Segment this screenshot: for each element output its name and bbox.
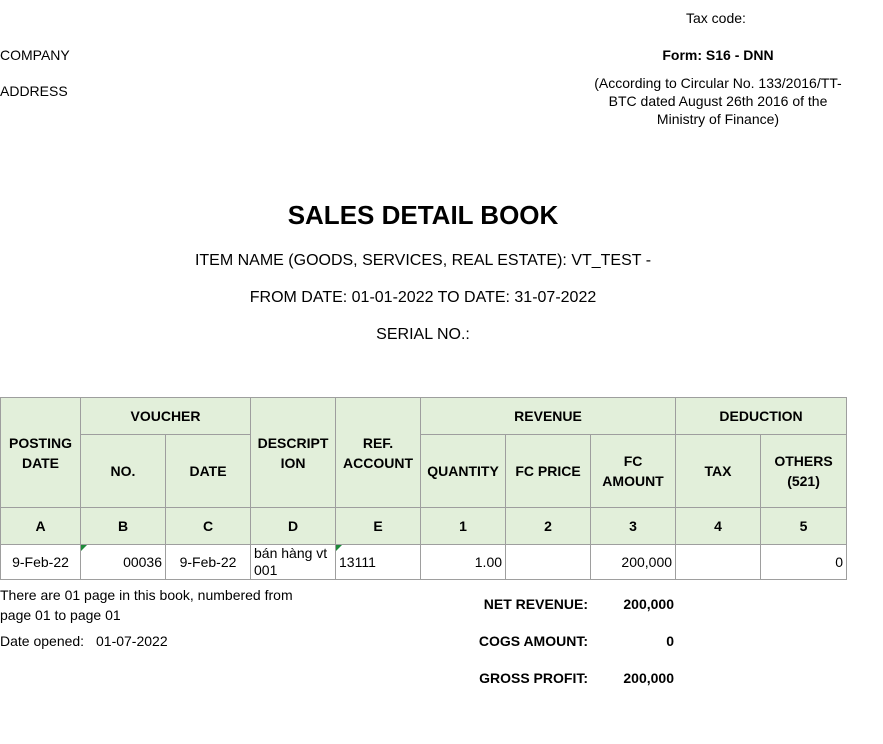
date-opened-label: Date opened: (0, 633, 85, 649)
cell-tax (675, 544, 762, 580)
header-others: OTHERS (521) (760, 434, 848, 508)
tax-code-label: Tax code: (686, 10, 746, 26)
header-tax: TAX (675, 434, 762, 508)
gross-profit-label: GROSS PROFIT: (479, 670, 588, 686)
header-ref-account: REF. ACCOUNT (335, 397, 422, 508)
column-code: B (80, 507, 166, 545)
header-revenue: REVENUE (420, 397, 677, 435)
cell-quantity: 1.00 (420, 544, 507, 580)
address-label: ADDRESS (0, 83, 68, 99)
column-code: D (250, 507, 337, 545)
column-code: A (0, 507, 81, 545)
header-fc-amount: FC AMOUNT (590, 434, 677, 508)
cell-others: 0 (760, 544, 848, 580)
cogs-amount-label: COGS AMOUNT: (478, 633, 588, 649)
net-revenue-value: 200,000 (623, 596, 674, 612)
header-voucher-date: DATE (164, 434, 252, 508)
header-voucher: VOUCHER (79, 397, 252, 435)
form-code: Form: S16 - DNN (662, 47, 774, 63)
pages-note: There are 01 page in this book, numbered… (0, 587, 293, 623)
date-opened-value: 01-07-2022 (96, 633, 168, 649)
gross-profit-value: 200,000 (623, 670, 674, 686)
cell-posting-date: 9-Feb-22 (0, 544, 81, 580)
sales-detail-table: POSTING DATE VOUCHER DESCRIPT ION REF. A… (0, 397, 848, 580)
column-code: 3 (590, 507, 677, 545)
net-revenue-label: NET REVENUE: (483, 596, 588, 612)
serial-number: SERIAL NO.: (376, 326, 470, 343)
header-deduction: DEDUCTION (675, 397, 848, 435)
cell-fc-price (505, 544, 592, 580)
cell-description: bán hàng vt 001 (250, 544, 337, 580)
table-row: 9-Feb-22 00036 9-Feb-22 bán hàng vt 001 … (0, 544, 848, 580)
item-name: ITEM NAME (GOODS, SERVICES, REAL ESTATE)… (194, 252, 652, 269)
column-code: 5 (760, 507, 848, 545)
header-quantity: QUANTITY (420, 434, 507, 508)
cell-ref-account: 13111 (335, 544, 422, 580)
column-code: 1 (420, 507, 507, 545)
column-code: C (164, 507, 252, 545)
report-title: SALES DETAIL BOOK (287, 200, 559, 230)
cell-voucher-date: 9-Feb-22 (164, 544, 252, 580)
circular-reference: (According to Circular No. 133/2016/TT-B… (594, 75, 842, 127)
date-range: FROM DATE: 01-01-2022 TO DATE: 31-07-202… (249, 289, 597, 306)
header-posting-date: POSTING DATE (0, 397, 81, 508)
company-label: COMPANY (0, 47, 70, 63)
column-code: 2 (505, 507, 592, 545)
column-code: E (335, 507, 422, 545)
header-description: DESCRIPT ION (250, 397, 337, 508)
header-voucher-no: NO. (80, 434, 166, 508)
column-code: 4 (675, 507, 762, 545)
cogs-amount-value: 0 (666, 633, 674, 649)
header-fc-price: FC PRICE (505, 434, 592, 508)
cell-fc-amount: 200,000 (590, 544, 677, 580)
cell-voucher-no: 00036 (80, 544, 166, 580)
